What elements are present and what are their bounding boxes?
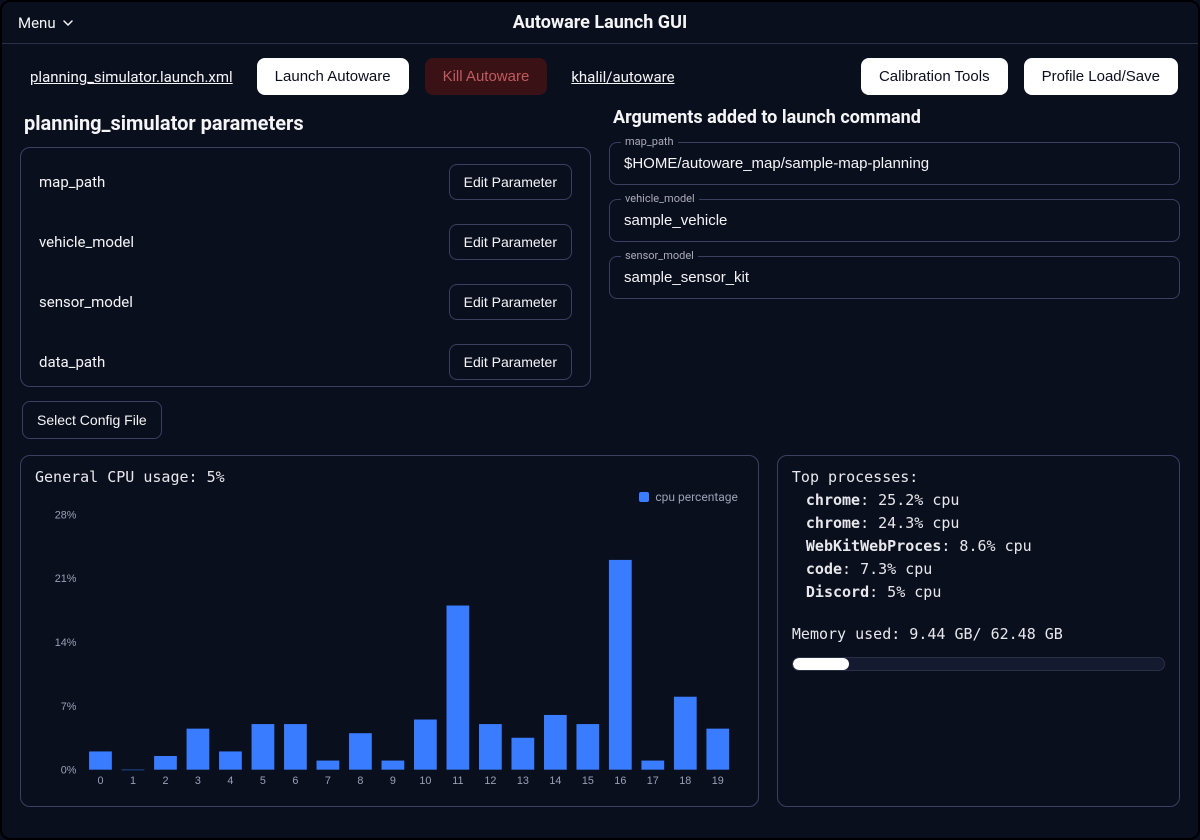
svg-text:10: 10 [419, 775, 431, 787]
process-row: chrome: 25.2% cpu [806, 491, 1165, 509]
parameter-name: sensor_model [39, 293, 133, 311]
top-processes-panel: Top processes: chrome: 25.2% cpu chrome:… [777, 455, 1180, 807]
edit-parameter-button[interactable]: Edit Parameter [449, 224, 572, 260]
edit-parameter-button[interactable]: Edit Parameter [449, 164, 572, 200]
parameter-row: map_path Edit Parameter [33, 152, 578, 212]
svg-text:15: 15 [582, 775, 594, 787]
content-area: planning_simulator parameters map_path E… [2, 105, 1198, 451]
kill-autoware-button[interactable]: Kill Autoware [425, 58, 548, 95]
process-row: code: 7.3% cpu [806, 560, 1165, 578]
cpu-chart: cpu percentage 0%7%14%21%28%012345678910… [35, 490, 744, 794]
menu-label: Menu [18, 14, 56, 32]
argument-field: vehicle_model [609, 199, 1180, 242]
parameters-title: planning_simulator parameters [24, 111, 591, 135]
svg-text:1: 1 [130, 775, 136, 787]
parameter-row: sensor_model Edit Parameter [33, 272, 578, 332]
profile-load-save-button[interactable]: Profile Load/Save [1024, 58, 1178, 95]
memory-used-label: Memory used: 9.44 GB/ 62.48 GB [792, 625, 1165, 643]
memory-bar-fill [793, 658, 849, 670]
svg-text:6: 6 [292, 775, 298, 787]
svg-text:7: 7 [325, 775, 331, 787]
sensor-model-input[interactable] [609, 256, 1180, 299]
app-header: Menu Autoware Launch GUI [2, 2, 1198, 44]
workspace-link[interactable]: khalil/autoware [563, 64, 682, 90]
arguments-title: Arguments added to launch command [613, 107, 1180, 128]
svg-text:11: 11 [452, 775, 463, 787]
svg-text:12: 12 [484, 775, 496, 787]
parameter-row: data_path Edit Parameter [33, 332, 578, 387]
svg-text:21%: 21% [55, 573, 77, 585]
svg-text:8: 8 [357, 775, 363, 787]
edit-parameter-button[interactable]: Edit Parameter [449, 284, 572, 320]
process-list: chrome: 25.2% cpu chrome: 24.3% cpu WebK… [792, 491, 1165, 601]
launch-autoware-button[interactable]: Launch Autoware [257, 58, 409, 95]
cpu-usage-panel: General CPU usage: 5% cpu percentage 0% 7… [20, 455, 759, 807]
svg-text:9: 9 [390, 775, 396, 787]
svg-text:19: 19 [712, 775, 724, 787]
svg-text:0%: 0% [61, 765, 77, 777]
chart-legend: cpu percentage [639, 490, 738, 504]
svg-text:18: 18 [679, 775, 691, 787]
process-row: WebKitWebProces: 8.6% cpu [806, 537, 1165, 555]
svg-text:4: 4 [227, 775, 233, 787]
parameter-row: vehicle_model Edit Parameter [33, 212, 578, 272]
launch-file-link[interactable]: planning_simulator.launch.xml [22, 64, 241, 90]
top-processes-title: Top processes: [792, 468, 1165, 486]
argument-field: sensor_model [609, 256, 1180, 299]
legend-label: cpu percentage [655, 490, 738, 504]
argument-label: vehicle_model [621, 192, 699, 205]
chevron-down-icon [62, 17, 74, 29]
parameters-list: map_path Edit Parameter vehicle_model Ed… [20, 147, 591, 387]
svg-text:13: 13 [517, 775, 529, 787]
svg-text:3: 3 [195, 775, 201, 787]
edit-parameter-button[interactable]: Edit Parameter [449, 344, 572, 380]
argument-label: map_path [621, 135, 678, 148]
svg-text:0: 0 [97, 775, 103, 787]
svg-text:7%: 7% [61, 701, 77, 713]
process-row: Discord: 5% cpu [806, 583, 1165, 601]
cpu-title: General CPU usage: 5% [35, 468, 744, 486]
toolbar: planning_simulator.launch.xml Launch Aut… [2, 44, 1198, 105]
app-title: Autoware Launch GUI [2, 12, 1198, 33]
svg-text:14: 14 [549, 775, 561, 787]
parameter-name: map_path [39, 173, 105, 191]
vehicle-model-input[interactable] [609, 199, 1180, 242]
svg-text:14%: 14% [55, 637, 77, 649]
legend-swatch-icon [639, 492, 649, 502]
parameter-name: vehicle_model [39, 233, 134, 251]
parameter-name: data_path [39, 353, 105, 371]
process-row: chrome: 24.3% cpu [806, 514, 1165, 532]
svg-text:2: 2 [162, 775, 168, 787]
map-path-input[interactable] [609, 142, 1180, 185]
memory-bar [792, 657, 1165, 671]
select-config-file-button[interactable]: Select Config File [22, 401, 162, 439]
argument-field: map_path [609, 142, 1180, 185]
bottom-panels: General CPU usage: 5% cpu percentage 0% 7… [2, 455, 1198, 821]
argument-label: sensor_model [621, 249, 698, 262]
svg-text:16: 16 [614, 775, 626, 787]
svg-text:28%: 28% [55, 509, 77, 521]
svg-text:5: 5 [260, 775, 266, 787]
calibration-tools-button[interactable]: Calibration Tools [861, 58, 1008, 95]
menu-button[interactable]: Menu [2, 8, 90, 38]
svg-text:17: 17 [647, 775, 659, 787]
